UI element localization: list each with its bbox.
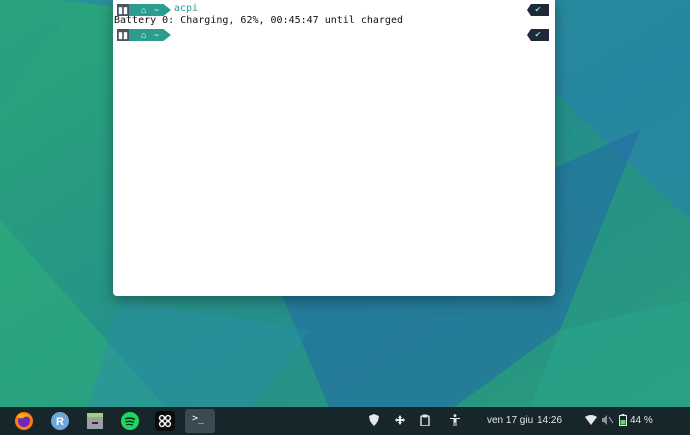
wifi-icon[interactable]	[585, 414, 597, 428]
time-label[interactable]: 14:26	[537, 414, 562, 428]
prompt-line-active[interactable]: ▮▮ ⌂ ~ ✔	[113, 27, 555, 41]
move-icon[interactable]	[395, 414, 405, 428]
prompt-line: ▮▮ ⌂ ~ acpi ✔	[113, 2, 555, 16]
directory-label: ~	[154, 30, 160, 40]
shield-icon[interactable]	[369, 414, 379, 428]
terminal-label: >_	[192, 413, 205, 424]
check-icon: ✔	[527, 29, 549, 41]
check-icon: ✔	[527, 4, 549, 16]
spotify-icon[interactable]	[119, 410, 141, 432]
taskbar: R >_ ven 17 giu 14:26 44 %	[0, 407, 690, 435]
r-app-icon[interactable]: R	[49, 410, 71, 432]
terminal-window[interactable]: ▮▮ ⌂ ~ acpi ✔ Battery 0: Charging, 62%, …	[113, 0, 555, 296]
r-app-label: R	[56, 416, 64, 428]
volume-muted-icon[interactable]	[601, 414, 614, 428]
accessibility-icon[interactable]	[450, 414, 460, 428]
directory-segment: ⌂ ~	[129, 29, 171, 41]
network-app-icon[interactable]	[154, 410, 176, 432]
linux-icon: ▮▮	[117, 29, 129, 41]
date-label[interactable]: ven 17 giu	[487, 414, 533, 428]
home-icon: ⌂	[141, 30, 147, 40]
battery-percentage[interactable]: 44 %	[630, 414, 653, 428]
command-output: Battery 0: Charging, 62%, 00:45:47 until…	[114, 15, 403, 26]
terminal-icon[interactable]: >_	[185, 409, 215, 433]
file-manager-icon[interactable]	[84, 410, 106, 432]
battery-icon[interactable]	[619, 414, 627, 428]
command-text: acpi	[174, 3, 199, 14]
firefox-icon[interactable]	[13, 410, 35, 432]
clipboard-icon[interactable]	[420, 414, 430, 428]
